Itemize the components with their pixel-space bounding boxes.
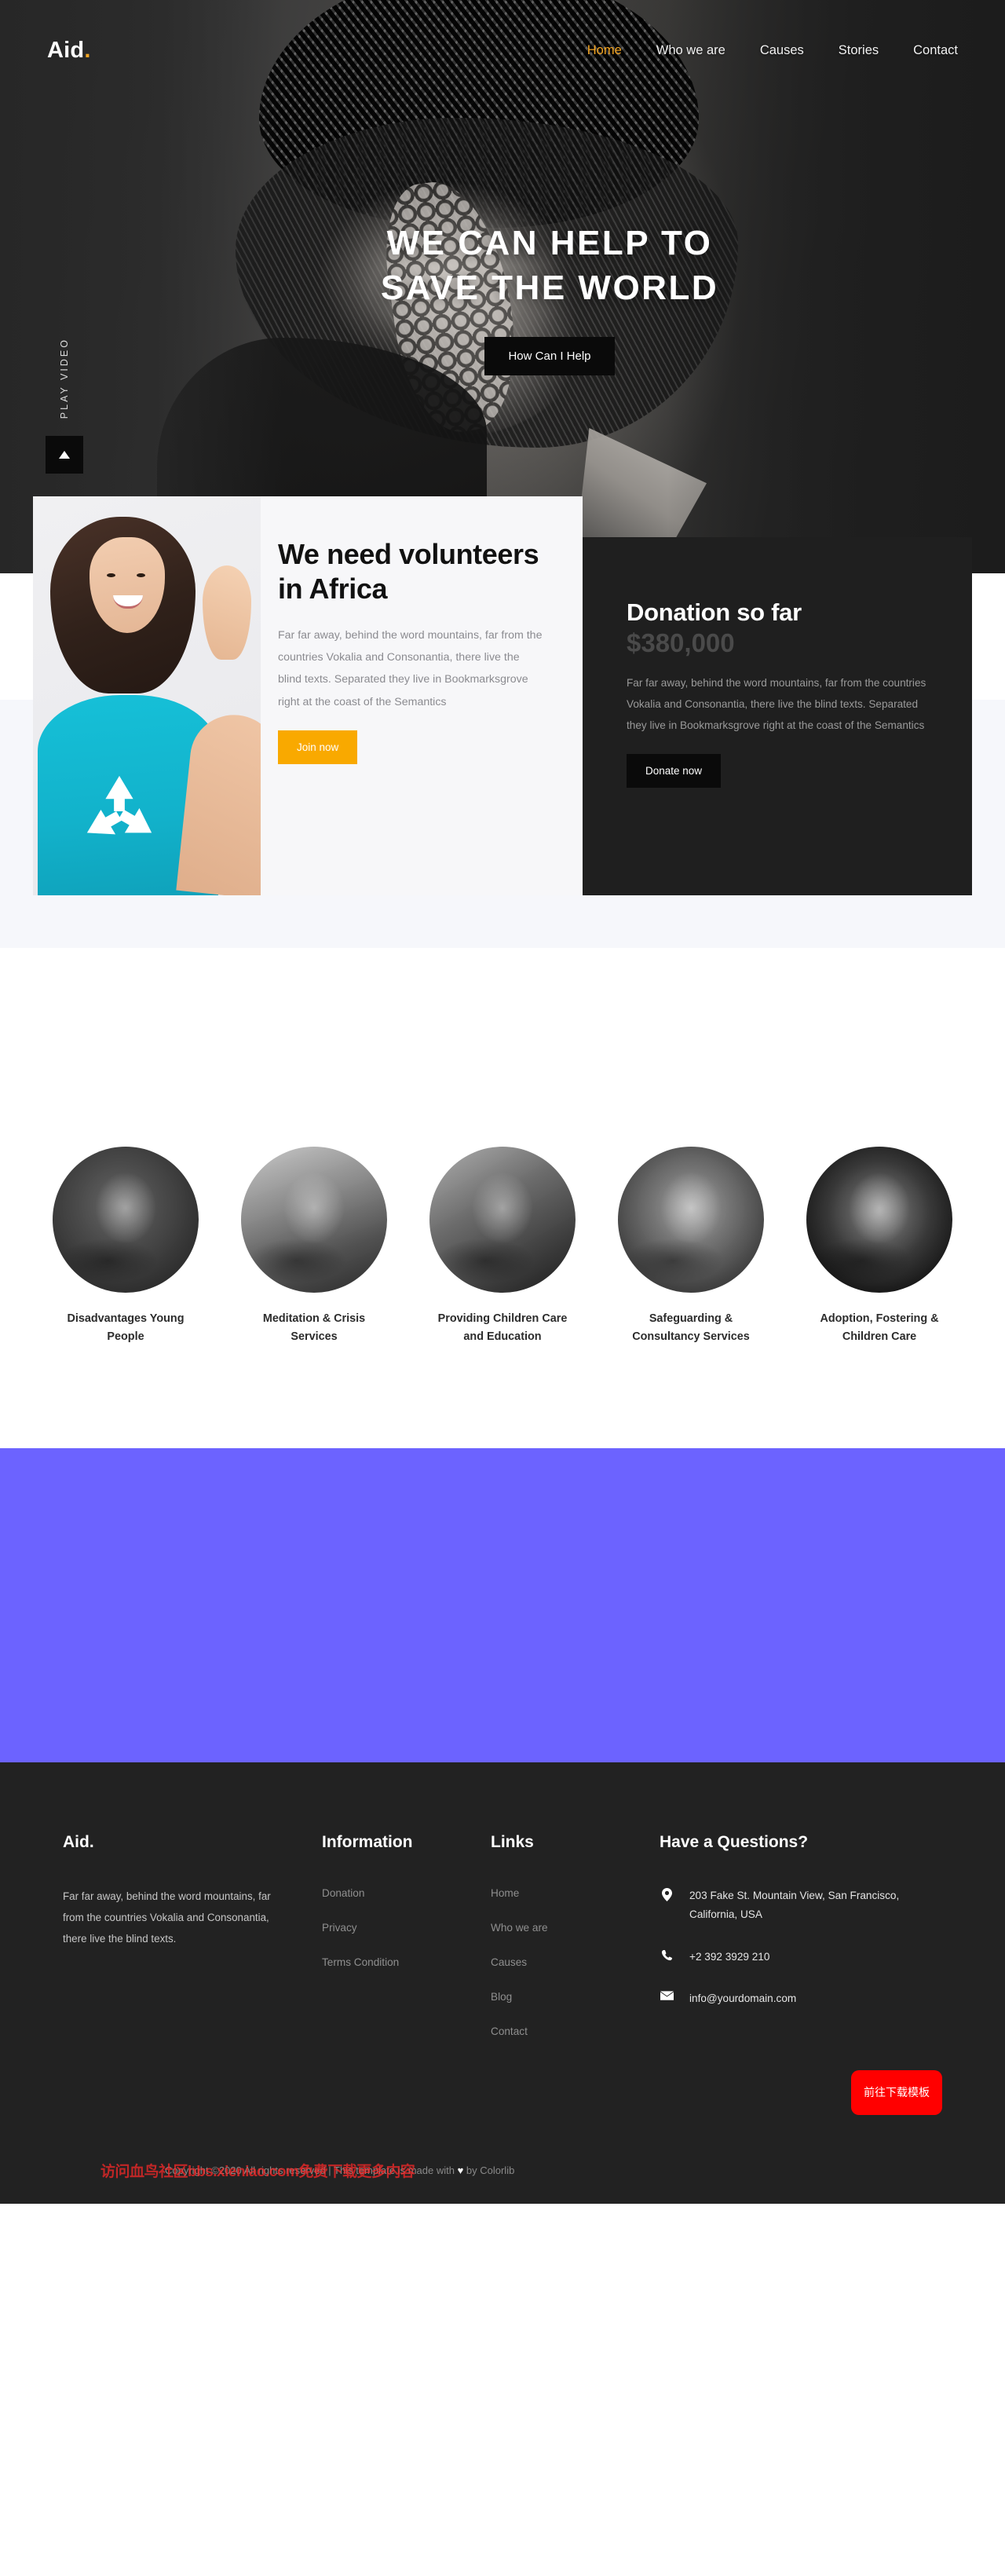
donate-now-button[interactable]: Donate now [627, 753, 722, 788]
main-navigation: Home Who we are Causes Stories Contact [587, 43, 958, 58]
logo-text: Aid [47, 37, 85, 63]
volunteer-eye-right [137, 573, 145, 577]
nav-item-home[interactable]: Home [587, 43, 622, 58]
contact-phone-text[interactable]: +2 392 3929 210 [689, 1948, 769, 1967]
cause-label-3: Providing Children Care and Education [437, 1312, 568, 1344]
footer-contact-column: Have a Questions? 203 Fake St. Mountain … [660, 1833, 942, 2059]
map-pin-icon [660, 1886, 674, 1902]
footer-link-causes[interactable]: Causes [491, 1956, 527, 1968]
list-item: Who we are [491, 1921, 636, 1935]
join-now-button[interactable]: Join now [278, 730, 358, 765]
volunteer-eye-left [107, 573, 115, 577]
site-logo[interactable]: Aid. [47, 38, 91, 64]
highlight-cards-section: We need volunteers in Africa Far far awa… [0, 496, 1005, 982]
list-item: Terms Condition [322, 1956, 467, 1970]
donation-amount: $380,000 [627, 628, 735, 657]
contact-phone: +2 392 3929 210 [660, 1948, 919, 1967]
site-footer: Aid. Far far away, behind the word mount… [0, 1762, 1005, 2205]
volunteer-description: Far far away, behind the word mountains,… [278, 628, 543, 708]
play-video-button[interactable] [46, 436, 83, 474]
site-header: Aid. Home Who we are Causes Stories Cont… [0, 0, 1005, 101]
footer-about-text: Far far away, behind the word mountains,… [63, 1890, 271, 1945]
copyright-suffix: by Colorlib [463, 2164, 515, 2177]
causes-row: Disadvantages Young People Meditation & … [0, 1147, 1005, 1346]
donation-description: Far far away, behind the word mountains,… [627, 677, 926, 732]
recycle-icon [86, 775, 152, 835]
purple-feature-band [0, 1448, 1005, 1763]
nav-item-who-we-are[interactable]: Who we are [656, 43, 725, 58]
list-item: Home [491, 1886, 636, 1901]
watermark-text: 访问血鸟社区bbs.xieniao.com免费下载更多内容 [100, 2164, 415, 2181]
footer-logo-dot: . [89, 1833, 94, 1852]
cause-image-1 [53, 1147, 199, 1293]
list-item: Blog [491, 1990, 636, 2004]
hero-title-line-2: SAVE THE WORLD [380, 268, 719, 307]
nav-item-contact[interactable]: Contact [913, 43, 958, 58]
play-video-control[interactable]: PLAY VIDEO [46, 338, 83, 474]
footer-bottom-bar: Copyright ©2020 All rights reserved | Th… [63, 2070, 942, 2204]
hero-section: Aid. Home Who we are Causes Stories Cont… [0, 0, 1005, 573]
footer-information-heading: Information [322, 1833, 413, 1852]
phone-icon [660, 1948, 674, 1961]
footer-link-terms[interactable]: Terms Condition [322, 1956, 399, 1968]
cause-item-3[interactable]: Providing Children Care and Education [429, 1147, 576, 1346]
causes-section: Disadvantages Young People Meditation & … [0, 982, 1005, 1449]
cause-item-2[interactable]: Meditation & Crisis Services [241, 1147, 387, 1346]
footer-link-contact[interactable]: Contact [491, 2025, 528, 2037]
cause-label-5: Adoption, Fostering & Children Care [820, 1312, 939, 1344]
footer-brand-column: Aid. Far far away, behind the word mount… [63, 1833, 322, 2059]
list-item: Causes [491, 1956, 636, 1970]
footer-link-privacy[interactable]: Privacy [322, 1922, 357, 1934]
play-video-label: PLAY VIDEO [59, 338, 70, 419]
footer-contact-heading: Have a Questions? [660, 1833, 809, 1852]
footer-links-list: Home Who we are Causes Blog Contact [491, 1886, 636, 2039]
cause-item-4[interactable]: Safeguarding & Consultancy Services [618, 1147, 764, 1346]
cause-item-5[interactable]: Adoption, Fostering & Children Care [806, 1147, 952, 1346]
cause-image-3 [429, 1147, 576, 1293]
list-item: Donation [322, 1886, 467, 1901]
donation-title: Donation so far [627, 598, 802, 626]
cause-image-5 [806, 1147, 952, 1293]
footer-links-heading: Links [491, 1833, 534, 1852]
footer-logo: Aid. [63, 1833, 298, 1852]
footer-link-donation[interactable]: Donation [322, 1887, 364, 1899]
download-template-button[interactable]: 前往下载模板 [851, 2070, 942, 2115]
volunteer-thumbs-up [203, 565, 251, 660]
footer-link-home[interactable]: Home [491, 1887, 519, 1899]
envelope-icon [660, 1989, 674, 2001]
nav-item-stories[interactable]: Stories [839, 43, 879, 58]
play-triangle-icon [59, 451, 70, 459]
hero-title: WE CAN HELP TO SAVE THE WORLD [381, 221, 718, 310]
contact-address-text: 203 Fake St. Mountain View, San Francisc… [689, 1890, 900, 1920]
list-item: Privacy [322, 1921, 467, 1935]
footer-columns: Aid. Far far away, behind the word mount… [63, 1833, 942, 2059]
contact-email-text[interactable]: info@yourdomain.com [689, 1989, 796, 2008]
contact-email: info@yourdomain.com [660, 1989, 919, 2008]
cause-label-2: Meditation & Crisis Services [262, 1312, 366, 1344]
contact-address: 203 Fake St. Mountain View, San Francisc… [660, 1886, 919, 1924]
cause-item-1[interactable]: Disadvantages Young People [53, 1147, 199, 1346]
footer-logo-text: Aid [63, 1833, 90, 1852]
logo-dot: . [84, 37, 91, 63]
nav-item-causes[interactable]: Causes [760, 43, 804, 58]
cause-label-1: Disadvantages Young People [67, 1312, 185, 1344]
footer-information-column: Information Donation Privacy Terms Condi… [322, 1833, 491, 2059]
footer-link-who-we-are[interactable]: Who we are [491, 1922, 548, 1934]
footer-links-column: Links Home Who we are Causes Blog Contac… [491, 1833, 660, 2059]
footer-information-list: Donation Privacy Terms Condition [322, 1886, 467, 1970]
cause-image-2 [241, 1147, 387, 1293]
cause-image-4 [618, 1147, 764, 1293]
cause-label-4: Safeguarding & Consultancy Services [632, 1312, 750, 1344]
list-item: Contact [491, 2025, 636, 2039]
hero-title-line-1: WE CAN HELP TO [386, 224, 713, 263]
how-can-i-help-button[interactable]: How Can I Help [484, 336, 615, 375]
footer-link-blog[interactable]: Blog [491, 1991, 512, 2003]
donation-card: Donation so far $380,000 Far far away, b… [583, 537, 972, 895]
